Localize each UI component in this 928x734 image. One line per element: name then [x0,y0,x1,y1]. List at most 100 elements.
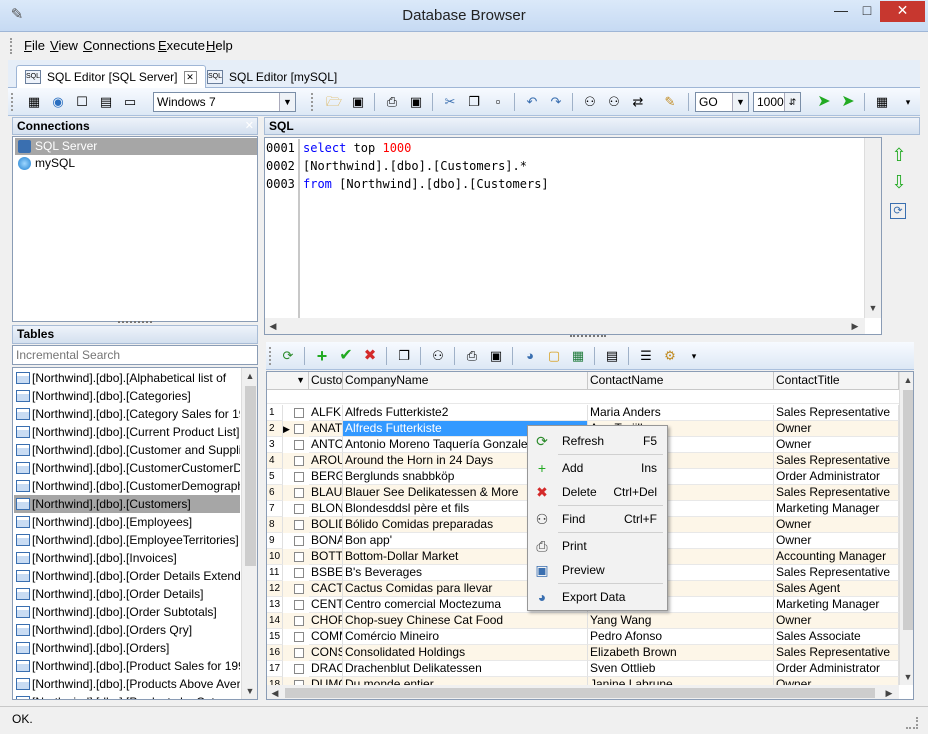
tab-mysql[interactable]: SQL SQL Editor [mySQL] [198,65,346,88]
menu-execute[interactable]: Execute [158,38,205,53]
row-checkbox[interactable] [294,616,304,626]
cell-contact-name[interactable]: Elizabeth Brown [588,645,774,661]
globe-icon[interactable]: ◉ [48,92,68,112]
clear-broom-icon[interactable]: ✎ [660,92,680,112]
menu-connections[interactable]: Connections [83,38,155,53]
context-menu-add[interactable]: + Add Ins [530,457,665,479]
table-item[interactable]: [Northwind].[dbo].[Products Above Averag… [14,675,240,693]
table-item[interactable]: [Northwind].[dbo].[Orders] [14,639,240,657]
scroll-down-icon[interactable]: ▼ [865,300,881,316]
scroll-thumb[interactable] [245,386,256,566]
table-item[interactable]: [Northwind].[dbo].[Order Subtotals] [14,603,240,621]
print-icon[interactable]: ⎙ [382,92,402,112]
scroll-down-icon[interactable]: ▼ [900,669,913,685]
cell-contact-title[interactable]: Accounting Manager [774,549,899,565]
table-item[interactable]: [Northwind].[dbo].[Category Sales for 19… [14,405,240,423]
connection-mysql[interactable]: mySQL [15,155,257,172]
scroll-down-icon[interactable]: ▼ [242,683,257,699]
add-icon[interactable]: + [312,346,332,366]
undo-icon[interactable]: ↶ [522,92,542,112]
row-checkbox[interactable] [294,472,304,482]
cell-contact-title[interactable]: Sales Representative [774,453,899,469]
row-checkbox[interactable] [294,568,304,578]
cell-customer-id[interactable]: DRACD [309,661,343,677]
close-button[interactable]: ✕ [880,1,925,22]
cell-contact-name[interactable]: Maria Anders [588,405,774,421]
table-item[interactable]: [Northwind].[dbo].[Alphabetical list of [14,369,240,387]
cell-customer-id[interactable]: BOTTM [309,549,343,565]
check-icon[interactable]: ✔ [336,346,356,366]
grid-vscroll[interactable]: ▲ ▼ [899,372,913,685]
menu-view[interactable]: View [50,38,78,53]
grid-hscroll[interactable]: ◀ ▶ [267,685,899,699]
cell-contact-name[interactable]: Yang Wang [588,613,774,629]
row-checkbox[interactable] [294,664,304,674]
cell-contact-title[interactable]: Owner [774,613,899,629]
context-menu-export-data[interactable]: ◕ Export Data [530,586,665,608]
cell-customer-id[interactable]: CHOPS [309,613,343,629]
scroll-up-icon[interactable]: ▲ [242,368,257,384]
binoculars-icon[interactable]: ⚇ [428,346,448,366]
cell-customer-id[interactable]: BLAUS [309,485,343,501]
table-item[interactable]: [Northwind].[dbo].[EmployeeTerritories] [14,531,240,549]
context-menu-find[interactable]: ⚇ Find Ctrl+F [530,508,665,530]
disconnect-icon[interactable]: ▭ [120,92,140,112]
execute-all-arrow-icon[interactable]: ➤ [838,92,858,112]
cell-contact-title[interactable]: Sales Representative [774,565,899,581]
context-menu-preview[interactable]: ▣ Preview [530,559,665,581]
table-item[interactable]: [Northwind].[dbo].[Current Product List] [14,423,240,441]
scroll-up-icon[interactable]: ▲ [900,372,913,388]
maximize-button[interactable]: □ [854,1,880,22]
print-preview-icon[interactable]: ▣ [486,346,506,366]
context-menu-refresh[interactable]: ⟳ Refresh F5 [530,430,665,452]
column-header[interactable]: ContactName [588,372,774,390]
sql-editor[interactable]: select top 1000 [Northwind].[dbo].[Custo… [300,139,880,318]
table-item[interactable]: [Northwind].[dbo].[Customers] [14,495,240,513]
close-icon[interactable]: ✕ [183,71,197,85]
table-row[interactable]: 15 COMMComércio MineiroPedro AfonsoSales … [267,629,899,645]
tables-scrollbar[interactable]: ▲ ▼ [241,368,257,699]
context-menu-delete[interactable]: ✖ Delete Ctrl+Del [530,481,665,503]
row-checkbox[interactable] [294,552,304,562]
settings-gear-icon[interactable]: ⚙ [660,346,680,366]
column-header[interactable]: CompanyName [343,372,588,390]
cell-customer-id[interactable]: BLONP [309,501,343,517]
cell-contact-title[interactable]: Sales Associate [774,629,899,645]
cell-contact-name[interactable]: Pedro Afonso [588,629,774,645]
cell-company-name[interactable]: Alfreds Futterkiste2 [343,405,588,421]
cell-customer-id[interactable]: CACTU [309,581,343,597]
table-item[interactable]: [Northwind].[dbo].[Invoices] [14,549,240,567]
connection-sql-server[interactable]: SQL Server [15,138,257,155]
scroll-thumb[interactable] [285,688,875,698]
cell-customer-id[interactable]: COMM [309,629,343,645]
toolbar-overflow-icon[interactable]: ▾ [684,346,704,366]
export-folder-icon[interactable]: ▢ [544,346,564,366]
redo-icon[interactable]: ↷ [546,92,566,112]
reload-icon[interactable]: ⟳ [890,203,906,219]
scroll-thumb[interactable] [903,390,913,630]
minimize-button[interactable]: — [828,1,854,22]
table-item[interactable]: [Northwind].[dbo].[Order Details Extende… [14,567,240,585]
refresh-icon[interactable]: ⟳ [278,346,298,366]
delete-icon[interactable]: ✖ [360,346,380,366]
scroll-left-icon[interactable]: ◀ [265,318,281,334]
cell-contact-title[interactable]: Owner [774,421,899,437]
cell-customer-id[interactable]: BSBEV [309,565,343,581]
replace-icon[interactable]: ⇄ [628,92,648,112]
row-checkbox[interactable] [294,648,304,658]
cell-customer-id[interactable]: ALFKI [309,405,343,421]
new-query-icon[interactable]: ▦ [24,92,44,112]
row-checkbox[interactable] [294,408,304,418]
copy-icon[interactable]: ❐ [464,92,484,112]
context-menu-print[interactable]: ⎙ Print [530,535,665,557]
table-item[interactable]: [Northwind].[dbo].[Employees] [14,513,240,531]
batch-separator-combo[interactable]: GO ▼ [695,92,749,112]
cell-customer-id[interactable]: AROUT [309,453,343,469]
splitter-grip[interactable] [118,321,152,324]
cell-customer-id[interactable]: ANATR [309,421,343,437]
table-row[interactable]: 17 DRACDDrachenblut DelikatessenSven Ottl… [267,661,899,677]
filter-row[interactable] [267,390,899,404]
cell-contact-title[interactable]: Sales Agent [774,581,899,597]
row-checkbox[interactable] [294,536,304,546]
column-header[interactable]: Custor [309,372,343,390]
